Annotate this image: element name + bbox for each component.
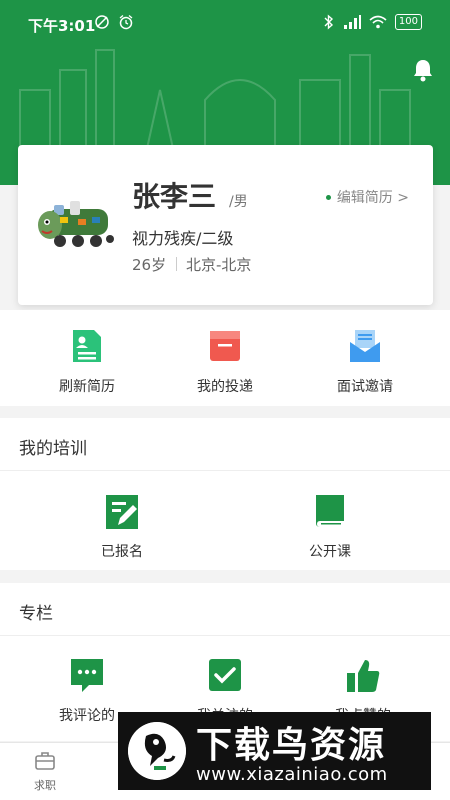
status-time: 下午3:01 bbox=[28, 17, 96, 35]
box-icon bbox=[210, 331, 240, 361]
watermark-url: www.xiazainiao.com bbox=[196, 764, 388, 785]
user-gender: /男 bbox=[229, 194, 248, 210]
no-disturb-icon bbox=[95, 15, 109, 29]
checkbox-icon bbox=[209, 659, 241, 691]
my-submissions-button[interactable]: 我的投递 bbox=[150, 328, 300, 396]
open-course-button[interactable]: 公开课 bbox=[255, 493, 405, 561]
info-divider bbox=[176, 257, 177, 271]
column-title: 专栏 bbox=[19, 604, 53, 624]
tab-job-search[interactable]: 求职 bbox=[15, 751, 75, 793]
bird-logo-icon bbox=[128, 722, 186, 780]
open-course-label: 公开课 bbox=[309, 544, 351, 560]
refresh-resume-button[interactable]: 刷新简历 bbox=[12, 328, 162, 396]
book-icon bbox=[316, 495, 344, 527]
avatar[interactable] bbox=[34, 195, 116, 257]
watermark-overlay: 下载鸟资源 www.xiazainiao.com bbox=[118, 712, 431, 790]
comment-icon bbox=[71, 659, 103, 692]
training-title: 我的培训 bbox=[19, 439, 87, 459]
enrolled-button[interactable]: 已报名 bbox=[47, 493, 197, 561]
edit-resume-link[interactable]: 编辑简历 > bbox=[325, 187, 409, 207]
edit-resume-label: 编辑简历 > bbox=[336, 190, 409, 206]
thumbs-up-icon bbox=[347, 660, 380, 692]
alarm-icon bbox=[119, 15, 133, 30]
signal-icon bbox=[343, 15, 361, 29]
user-name: 张李三 bbox=[132, 180, 217, 213]
disability-info: 视力残疾/二级 bbox=[132, 229, 234, 248]
edit-form-icon bbox=[106, 495, 138, 529]
bell-icon[interactable] bbox=[412, 58, 434, 82]
tab-job-search-label: 求职 bbox=[34, 779, 56, 792]
briefcase-icon bbox=[35, 752, 55, 770]
quick-actions: 刷新简历 我的投递 面试邀请 bbox=[0, 310, 450, 406]
battery-indicator: 100 bbox=[394, 14, 422, 30]
interview-invite-label: 面试邀请 bbox=[337, 379, 393, 395]
training-section: 我的培训 已报名 公开课 bbox=[0, 418, 450, 570]
user-age: 26岁 bbox=[132, 256, 167, 274]
section-divider bbox=[0, 470, 450, 471]
user-location: 北京-北京 bbox=[186, 256, 252, 274]
refresh-resume-label: 刷新简历 bbox=[59, 379, 115, 395]
envelope-icon bbox=[350, 330, 380, 362]
wifi-icon bbox=[369, 15, 387, 29]
status-bar: 下午3:01 100 bbox=[0, 0, 450, 48]
profile-card[interactable]: 张李三 /男 编辑简历 > 视力残疾/二级 26岁 北京-北京 bbox=[18, 145, 433, 305]
my-submissions-label: 我的投递 bbox=[197, 379, 253, 395]
watermark-title: 下载鸟资源 bbox=[196, 725, 387, 766]
interview-invite-button[interactable]: 面试邀请 bbox=[290, 328, 440, 396]
bluetooth-icon bbox=[324, 14, 333, 30]
enrolled-label: 已报名 bbox=[101, 544, 143, 560]
section-divider bbox=[0, 635, 450, 636]
resume-icon bbox=[73, 330, 101, 362]
dot-icon bbox=[325, 194, 331, 200]
